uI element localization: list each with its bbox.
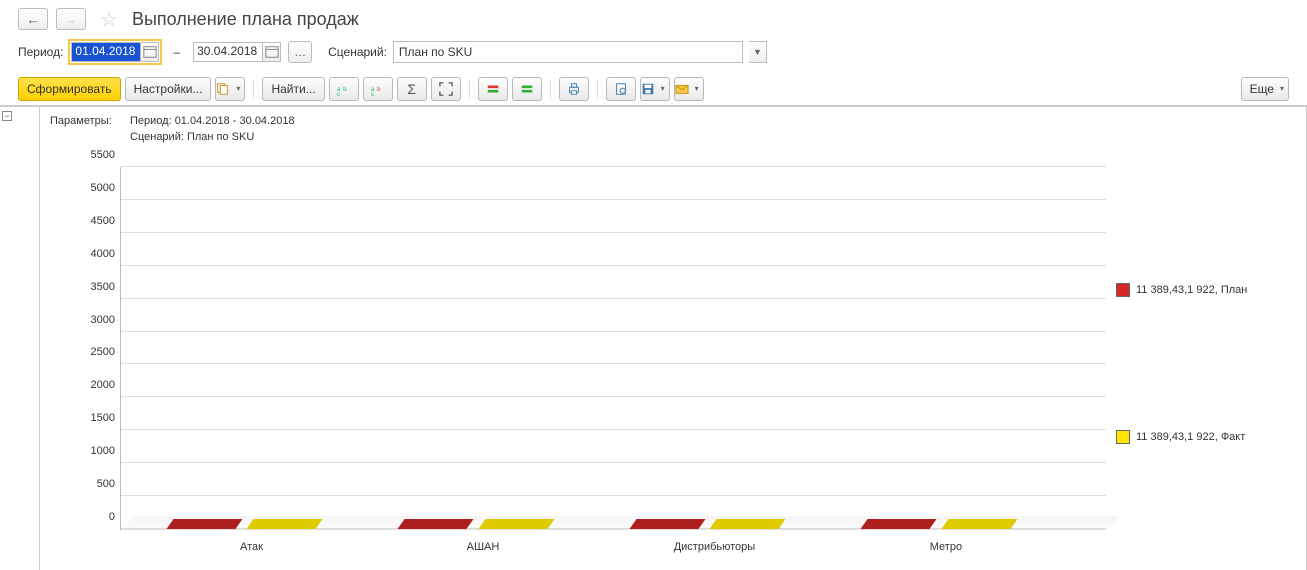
y-tick-label: 5000 [91, 182, 115, 194]
parameters-block: Параметры: Период: 01.04.2018 - 30.04.20… [40, 107, 1306, 151]
expand-groups-icon[interactable]: abc [329, 77, 359, 101]
chart: 0 500 1000 1500 2000 2500 3000 3500 4000 4500 5000… [50, 167, 1106, 560]
x-tick-label: АШАН [382, 541, 584, 553]
period-label: Период: [18, 45, 63, 59]
email-icon[interactable]: ▾ [674, 77, 704, 101]
svg-text:b: b [343, 85, 347, 92]
period-picker-button[interactable]: … [288, 41, 312, 63]
svg-text:c: c [337, 91, 340, 96]
toolbar-separator [597, 79, 598, 99]
y-tick-label: 1000 [91, 445, 115, 457]
y-tick-label: 1500 [91, 412, 115, 424]
parameters-label: Параметры: [50, 113, 130, 129]
parameters-scenario: Сценарий: План по SKU [130, 129, 1296, 145]
find-button[interactable]: Найти... [262, 77, 324, 101]
toolbar-separator [253, 79, 254, 99]
more-button[interactable]: Еще▾ [1241, 77, 1289, 101]
print-icon[interactable] [559, 77, 589, 101]
page-title: Выполнение плана продаж [132, 9, 359, 30]
nav-forward-button[interactable]: → [56, 8, 86, 30]
x-tick-label: Атак [151, 541, 353, 553]
y-tick-label: 4500 [91, 215, 115, 227]
svg-text:b: b [377, 85, 381, 92]
legend-plan-swatch [1116, 283, 1130, 297]
header-format-icon[interactable] [478, 77, 508, 101]
scenario-label: Сценарий: [328, 45, 387, 59]
x-tick-label: Дистрибьюторы [614, 541, 816, 553]
scenario-select-arrow-icon[interactable]: ▼ [749, 41, 767, 63]
date-from-input[interactable]: 01.04.2018 [71, 42, 141, 62]
svg-text:c: c [371, 91, 374, 96]
legend-plan: 11 389,43,1 922, План [1116, 283, 1296, 297]
outline-gutter: − [0, 107, 40, 570]
scenario-value: План по SKU [399, 45, 472, 59]
y-tick-label: 0 [109, 511, 115, 523]
date-dash: – [167, 45, 186, 59]
save-icon[interactable]: ▾ [640, 77, 670, 101]
row-format-icon[interactable] [512, 77, 542, 101]
date-to-input[interactable]: 30.04.2018 [193, 42, 263, 62]
legend-fact: 11 389,43,1 922, Факт [1116, 430, 1296, 444]
variants-button[interactable]: ▾ [215, 77, 245, 101]
date-to-calendar-icon[interactable] [263, 42, 281, 62]
settings-button[interactable]: Настройки... [125, 77, 212, 101]
x-tick-label: Метро [845, 541, 1047, 553]
y-tick-label: 500 [97, 478, 115, 490]
y-tick-label: 2500 [91, 346, 115, 358]
date-from-calendar-icon[interactable] [141, 42, 159, 62]
toolbar-separator [469, 79, 470, 99]
generate-button[interactable]: Сформировать [18, 77, 121, 101]
y-tick-label: 3000 [91, 314, 115, 326]
fullscreen-icon[interactable] [431, 77, 461, 101]
y-tick-label: 2000 [91, 379, 115, 391]
y-tick-label: 5500 [91, 149, 115, 161]
favorite-star-icon[interactable]: ☆ [94, 7, 124, 32]
collapse-toggle[interactable]: − [2, 111, 12, 121]
y-tick-label: 3500 [91, 281, 115, 293]
preview-icon[interactable] [606, 77, 636, 101]
legend-fact-swatch [1116, 430, 1130, 444]
scenario-select[interactable]: План по SKU [393, 41, 743, 63]
toolbar-separator [550, 79, 551, 99]
parameters-period: Период: 01.04.2018 - 30.04.2018 [130, 113, 1296, 129]
collapse-groups-icon[interactable]: abc [363, 77, 393, 101]
y-tick-label: 4000 [91, 248, 115, 260]
sum-icon[interactable]: Σ [397, 77, 427, 101]
nav-back-button[interactable]: ← [18, 8, 48, 30]
